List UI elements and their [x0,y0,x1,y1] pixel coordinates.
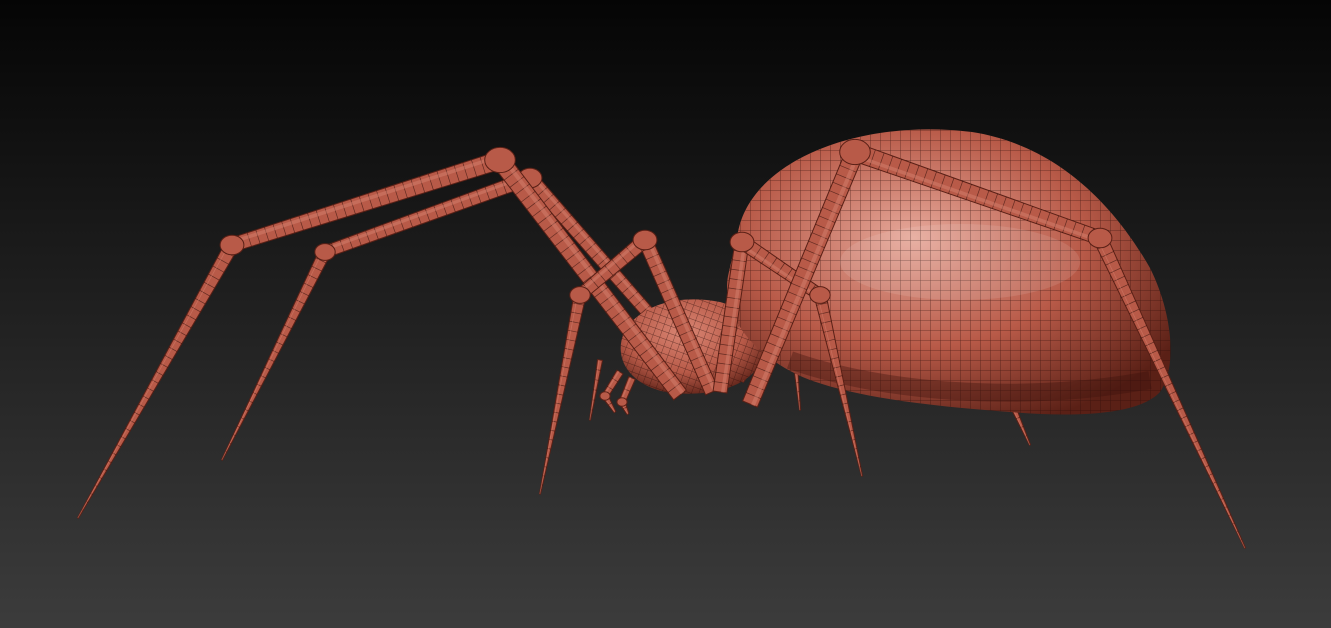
leg-back-left-1-joint [314,243,336,261]
leg-front-right-2-joint [839,138,871,166]
leg-front-right-1-joint [809,286,831,304]
fang-joint [599,391,611,401]
leg-front-right-1-joint [729,231,755,253]
leg-front-left-2-joint [632,229,658,251]
leg-front-left-1-joint [219,234,245,256]
leg-front-left-2-joint [569,286,591,304]
leg-front-right-2-joint [1087,227,1113,249]
leg-front-left-1-joint [484,146,516,174]
fang-joint [616,397,628,407]
3d-viewport[interactable] [0,0,1331,628]
spider-render [0,0,1331,628]
